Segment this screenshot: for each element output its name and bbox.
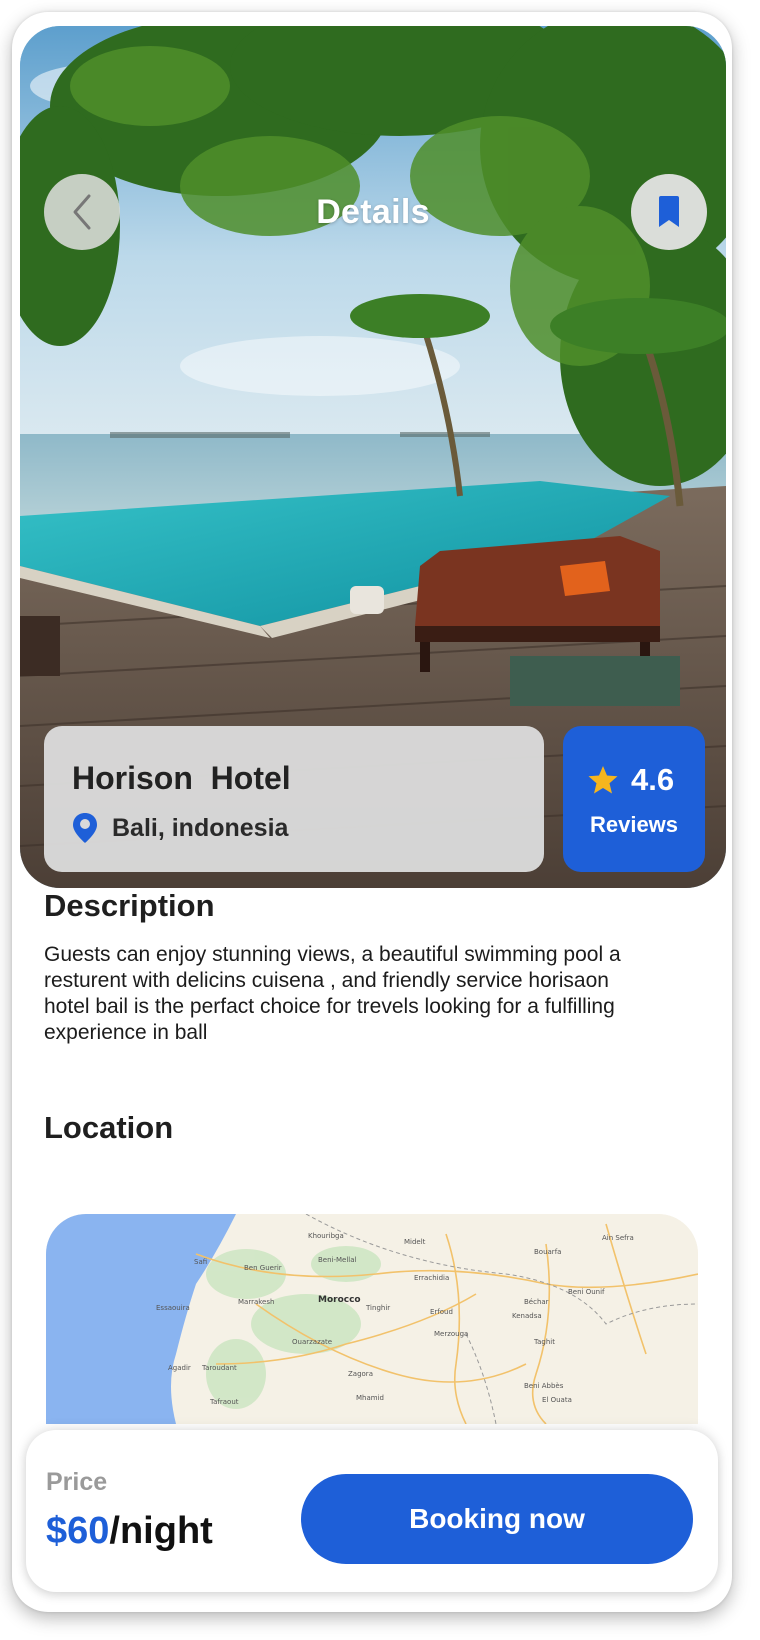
map-label-khouribga: Khouribga [308,1232,344,1240]
hotel-info-card: Horison Hotel Bali, indonesia [44,726,544,872]
map-label-beni-ounif: Beni Ounif [568,1288,605,1296]
map-pin-icon [73,813,97,843]
price-unit: /night [109,1510,213,1552]
map-label-midelt: Midelt [404,1238,426,1246]
map-label-ouarzazate: Ouarzazate [292,1338,332,1346]
star-icon [588,766,618,794]
map-label-erfoud: Erfoud [430,1308,453,1316]
map-label-taghit: Taghit [533,1338,555,1346]
map-label-taroudant: Taroudant [201,1364,237,1372]
booking-now-button[interactable]: Booking now [301,1474,693,1564]
page-title: Details [316,193,430,231]
location-title: Location [44,1110,174,1145]
description-title: Description [44,888,215,923]
hero-image: Details Horison Hotel Bali, indonesia 4.… [20,26,726,888]
map-label-beni-mellal: Beni-Mellal [318,1256,357,1264]
price-value: $60/night [46,1510,213,1553]
map-label-kenadsa: Kenadsa [512,1312,542,1320]
bookmark-button[interactable] [631,174,707,250]
map-label-ain-sefra: Ain Sefra [602,1234,634,1242]
map-label-agadir: Agadir [168,1364,191,1372]
map-label-beni-abbes: Beni Abbès [524,1382,564,1390]
map-label-errachidia: Errachidia [414,1274,449,1282]
map-label-marrakesh: Marrakesh [238,1298,274,1306]
map-label-zagora: Zagora [348,1370,373,1378]
rating-row: 4.6 [587,762,674,798]
map-label-essaouira: Essaouira [156,1304,190,1312]
map-label-bechar: Béchar [524,1298,549,1306]
description-text: Guests can enjoy stunning views, a beaut… [44,943,621,1044]
hotel-name: Horison Hotel [72,760,291,796]
map-label-merzouga: Merzouga [434,1330,468,1338]
map-label-safi: Safi [194,1258,207,1266]
rating-value: 4.6 [631,762,675,797]
rating-card[interactable]: 4.6 Reviews [563,726,705,872]
map-canvas: Safi Marrakesh Morocco Essaouira Agadir … [46,1214,698,1424]
price-label: Price [46,1468,108,1496]
map-label-tafraout: Tafraout [209,1398,239,1406]
map-label-morocco: Morocco [318,1295,361,1305]
reviews-label: Reviews [589,812,679,837]
price-amount: $60 [46,1510,110,1552]
location-text: Bali, indonesia [112,813,289,842]
map-label-el-ouata: El Ouata [542,1396,572,1404]
map-label-bouarfa: Bouarfa [534,1248,561,1256]
booking-bar: Price $60/night Booking now [26,1430,718,1592]
hotel-location: Bali, indonesia [72,812,288,844]
phone-frame: Details Horison Hotel Bali, indonesia 4.… [12,12,732,1612]
map-label-tinghir: Tinghir [365,1304,390,1312]
map-label-mhamid: Mhamid [356,1394,384,1402]
map-label-ben-guerir: Ben Guerir [244,1264,282,1272]
location-map[interactable]: Safi Marrakesh Morocco Essaouira Agadir … [46,1214,698,1424]
bookmark-icon [659,196,679,227]
